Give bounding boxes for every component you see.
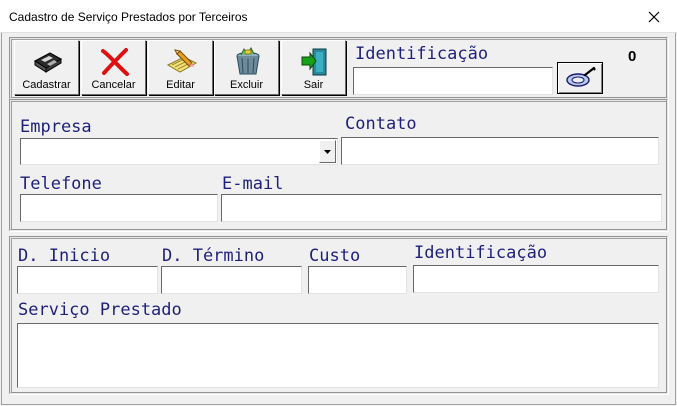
email-field[interactable]	[221, 194, 662, 222]
editar-label: Editar	[166, 79, 195, 91]
window-title: Cadastro de Serviço Prestados por Tercei…	[9, 10, 248, 24]
identificacao-servico-field[interactable]	[413, 265, 659, 293]
search-icon	[566, 66, 596, 87]
chevron-down-icon	[324, 149, 331, 154]
identificacao-servico-label: Identificação	[414, 243, 548, 263]
editar-button[interactable]: Editar	[148, 40, 213, 95]
empresa-label: Empresa	[20, 117, 92, 137]
d-termino-label: D. Término	[162, 246, 265, 266]
title-bar: Cadastro de Serviço Prestados por Tercei…	[0, 0, 677, 33]
identificacao-top-label: Identificação	[355, 44, 489, 64]
empresa-combobox[interactable]	[20, 138, 338, 165]
custo-field[interactable]	[308, 266, 407, 294]
servico-prestado-textarea[interactable]	[17, 323, 659, 388]
servico-prestado-label: Serviço Prestado	[18, 300, 182, 320]
sair-button[interactable]: Sair	[281, 40, 346, 95]
custo-label: Custo	[309, 246, 361, 266]
exit-door-icon	[301, 48, 327, 76]
red-x-icon	[101, 48, 129, 76]
close-button[interactable]	[631, 0, 677, 33]
identificacao-value: 0	[628, 48, 637, 65]
contato-field[interactable]	[341, 137, 659, 165]
trash-can-icon	[236, 47, 260, 75]
floppy-disk-icon	[34, 52, 63, 73]
excluir-label: Excluir	[229, 79, 263, 91]
cancelar-button[interactable]: Cancelar	[81, 40, 146, 95]
d-inicio-label: D. Inicio	[18, 246, 111, 266]
telefone-label: Telefone	[20, 174, 102, 194]
d-termino-field[interactable]	[161, 266, 302, 294]
close-icon	[648, 11, 660, 22]
sair-label: Sair	[303, 79, 324, 91]
cancelar-label: Cancelar	[91, 79, 136, 91]
pencil-notepad-icon	[166, 49, 198, 73]
excluir-button[interactable]: Excluir	[214, 40, 279, 95]
identificacao-search-input[interactable]	[353, 67, 553, 95]
cadastrar-button[interactable]: Cadastrar	[14, 40, 79, 95]
d-inicio-field[interactable]	[17, 266, 158, 294]
contato-label: Contato	[345, 114, 417, 134]
search-button[interactable]	[557, 62, 603, 94]
empresa-dropdown-button[interactable]	[319, 140, 336, 163]
email-label: E-mail	[222, 174, 284, 194]
cadastrar-label: Cadastrar	[22, 79, 71, 91]
telefone-field[interactable]	[20, 194, 218, 222]
